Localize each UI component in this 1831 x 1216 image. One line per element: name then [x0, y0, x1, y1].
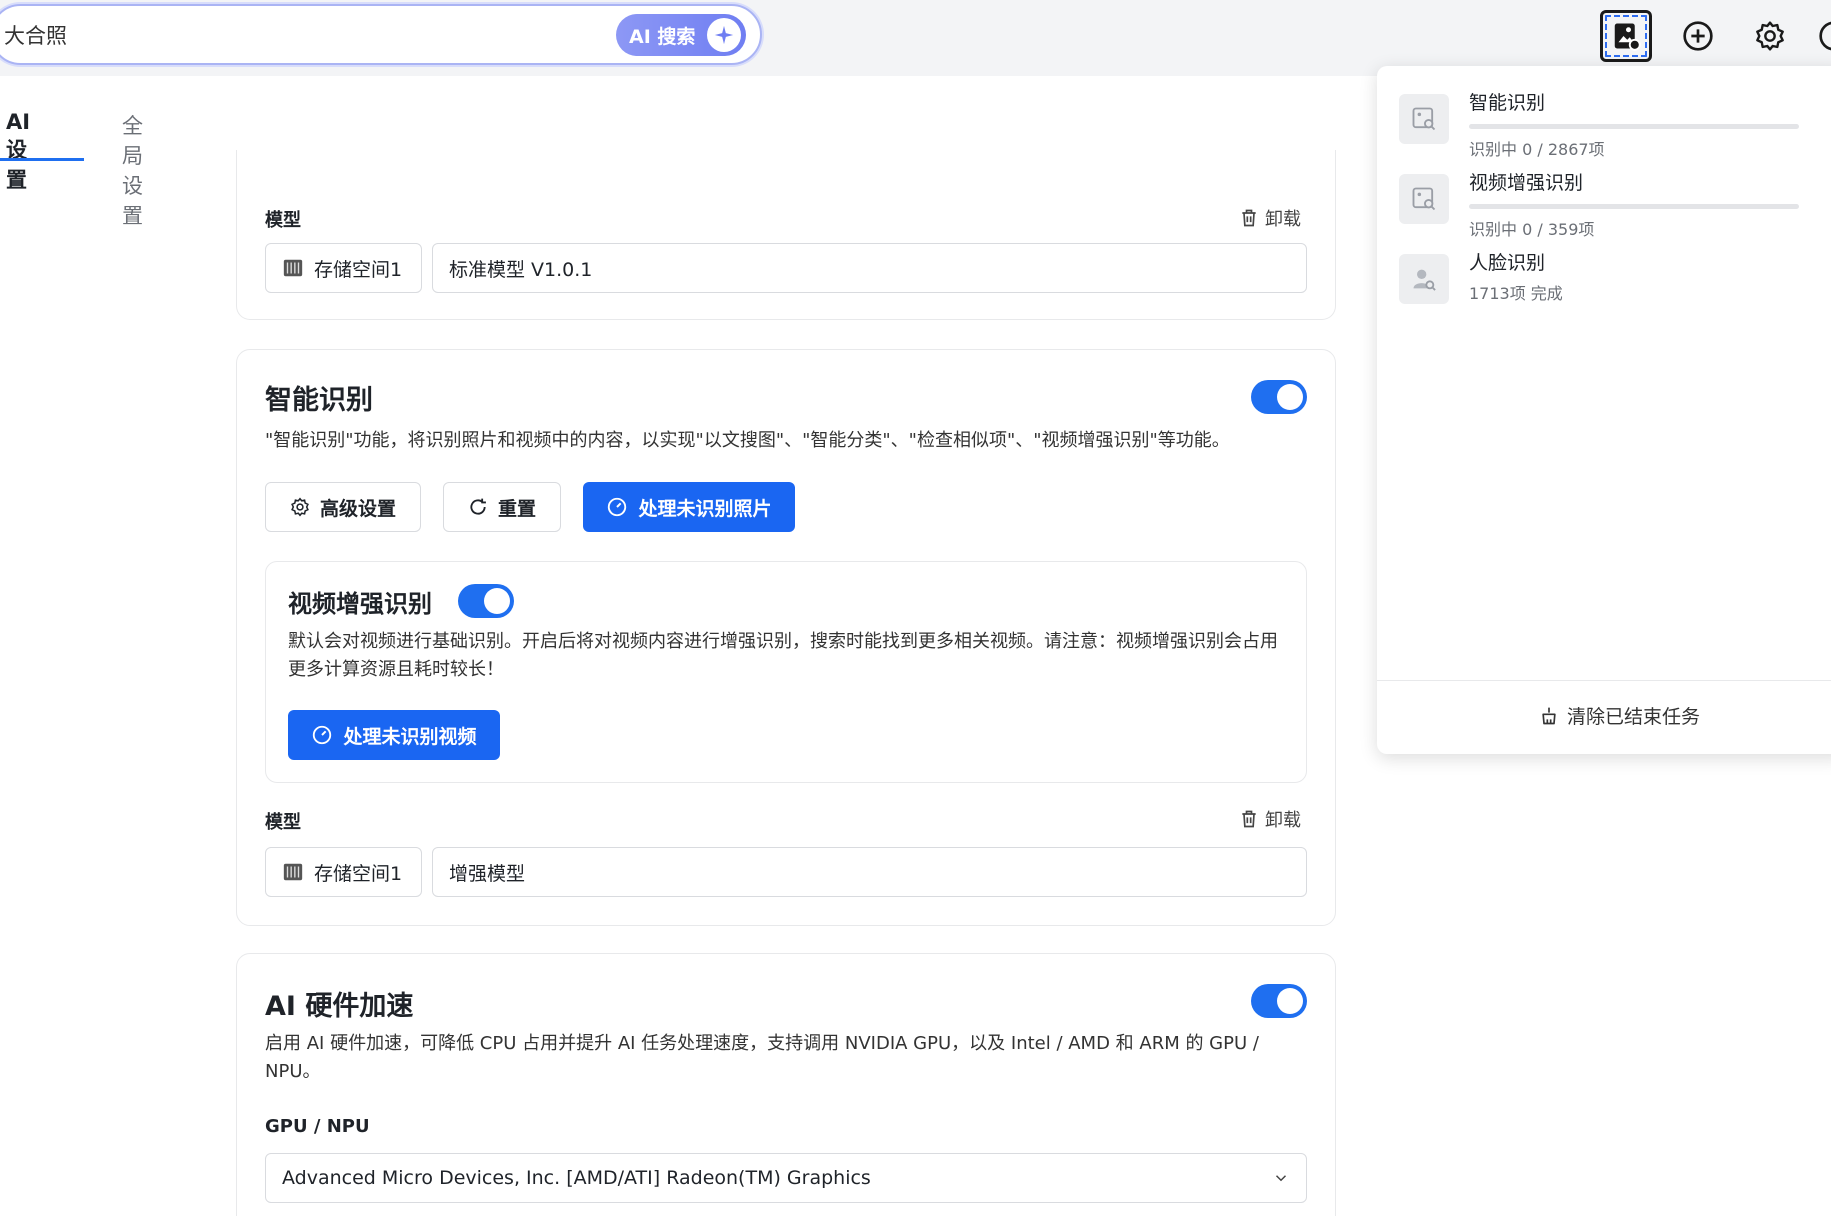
unload-label: 卸载 [1265, 209, 1301, 230]
hardware-toggle[interactable] [1251, 984, 1307, 1018]
process-videos-button[interactable]: 处理未识别视频 [288, 710, 500, 760]
storage-select[interactable]: 存储空间1 [265, 847, 422, 897]
reset-label: 重置 [497, 497, 536, 520]
task-status: 识别中 0 / 359项 [1469, 220, 1595, 239]
model-label: 模型 [265, 210, 301, 231]
model-name: 标准模型 V1.0.1 [449, 258, 593, 281]
video-enhance-card: 视频增强识别 默认会对视频进行基础识别。开启后将对视频内容进行增强识别，搜索时能… [265, 561, 1307, 783]
process-videos-label: 处理未识别视频 [343, 725, 477, 748]
gauge-icon [608, 497, 627, 517]
tab-global-settings[interactable]: 全局设置 [122, 110, 143, 230]
trash-icon [1242, 810, 1256, 828]
standard-model-card: 模型 卸载 存储空间1 标准模型 V1.0.1 [236, 150, 1336, 320]
chevron-down-icon [1275, 1175, 1287, 1182]
sparkle-icon [707, 18, 741, 52]
storage-select[interactable]: 存储空间1 [265, 243, 422, 293]
model-select[interactable]: 标准模型 V1.0.1 [432, 243, 1307, 293]
task-name: 智能识别 [1469, 92, 1546, 114]
hardware-desc: 启用 AI 硬件加速，可降低 CPU 占用并提升 AI 任务处理速度，支持调用 … [265, 1033, 1259, 1082]
clear-finished-tasks-button[interactable]: 清除已结束任务 [1539, 702, 1700, 729]
gpu-selected: Advanced Micro Devices, Inc. [AMD/ATI] R… [282, 1167, 871, 1189]
unload-button[interactable]: 卸载 [1239, 205, 1301, 231]
advanced-settings-label: 高级设置 [319, 497, 396, 520]
task-item: 人脸识别 1713项 完成 [1399, 248, 1819, 320]
gauge-icon [313, 725, 332, 745]
task-status: 识别中 0 / 2867项 [1469, 140, 1605, 159]
user-icon[interactable] [1812, 14, 1831, 58]
active-tab-indicator [0, 158, 84, 161]
task-item: 视频增强识别 识别中 0 / 359项 ✕ [1399, 168, 1819, 240]
storage-name: 存储空间1 [314, 258, 403, 281]
person-search-icon [1399, 254, 1449, 304]
trash-icon [1242, 209, 1256, 227]
smart-recognition-toggle[interactable] [1251, 380, 1307, 414]
storage-icon [283, 863, 303, 881]
task-item: 智能识别 识别中 0 / 2867项 ✕ [1399, 88, 1819, 160]
hardware-acceleration-card: AI 硬件加速 启用 AI 硬件加速，可降低 CPU 占用并提升 AI 任务处理… [236, 953, 1336, 1216]
storage-icon [283, 259, 303, 277]
search-box: AI 搜索 [0, 4, 762, 65]
model-select[interactable]: 增强模型 [432, 847, 1307, 897]
add-icon[interactable] [1676, 14, 1720, 58]
video-enhance-title: 视频增强识别 [288, 590, 432, 618]
video-enhance-toggle[interactable] [458, 584, 514, 618]
panel-divider [1377, 680, 1831, 681]
model-name: 增强模型 [449, 862, 526, 885]
task-status: 1713项 完成 [1469, 284, 1563, 303]
gpu-label: GPU / NPU [265, 1116, 370, 1137]
ai-search-label: AI 搜索 [629, 25, 696, 48]
unload-button[interactable]: 卸载 [1239, 806, 1301, 832]
ai-search-button[interactable]: AI 搜索 [616, 14, 746, 56]
smart-recognition-card: 智能识别 "智能识别"功能，将识别照片和视频中的内容，以实现"以文搜图"、"智能… [236, 349, 1336, 926]
smart-recognition-desc: "智能识别"功能，将识别照片和视频中的内容，以实现"以文搜图"、"智能分类"、"… [265, 430, 1230, 451]
gear-icon [291, 497, 309, 517]
task-progress-bar [1469, 124, 1799, 129]
task-progress-bar [1469, 204, 1799, 209]
process-photos-button[interactable]: 处理未识别照片 [583, 482, 795, 532]
gear-icon[interactable] [1748, 14, 1792, 58]
ai-task-panel: 智能识别 识别中 0 / 2867项 ✕ 视频增强识别 识别中 0 / 359项… [1377, 66, 1831, 754]
task-name: 视频增强识别 [1469, 172, 1584, 194]
process-photos-label: 处理未识别照片 [638, 497, 772, 520]
task-name: 人脸识别 [1469, 252, 1546, 274]
advanced-settings-button[interactable]: 高级设置 [265, 482, 421, 532]
clear-finished-label: 清除已结束任务 [1567, 706, 1701, 728]
top-bar: AI 搜索 [0, 0, 1831, 76]
smart-recognition-title: 智能识别 [265, 385, 373, 416]
model-label: 模型 [265, 812, 301, 833]
ai-tasks-icon[interactable] [1600, 10, 1652, 62]
tab-ai-settings[interactable]: AI 设置 [6, 110, 30, 194]
refresh-icon [470, 498, 486, 515]
gpu-select[interactable]: Advanced Micro Devices, Inc. [AMD/ATI] R… [265, 1153, 1307, 1203]
reset-button[interactable]: 重置 [443, 482, 561, 532]
search-input[interactable] [4, 18, 604, 52]
broom-icon [1542, 707, 1556, 724]
hardware-title: AI 硬件加速 [265, 991, 414, 1022]
image-search-icon [1399, 174, 1449, 224]
storage-name: 存储空间1 [314, 862, 403, 885]
unload-label: 卸载 [1265, 810, 1301, 831]
image-search-icon [1399, 94, 1449, 144]
video-enhance-desc: 默认会对视频进行基础识别。开启后将对视频内容进行增强识别，搜索时能找到更多相关视… [288, 631, 1278, 680]
